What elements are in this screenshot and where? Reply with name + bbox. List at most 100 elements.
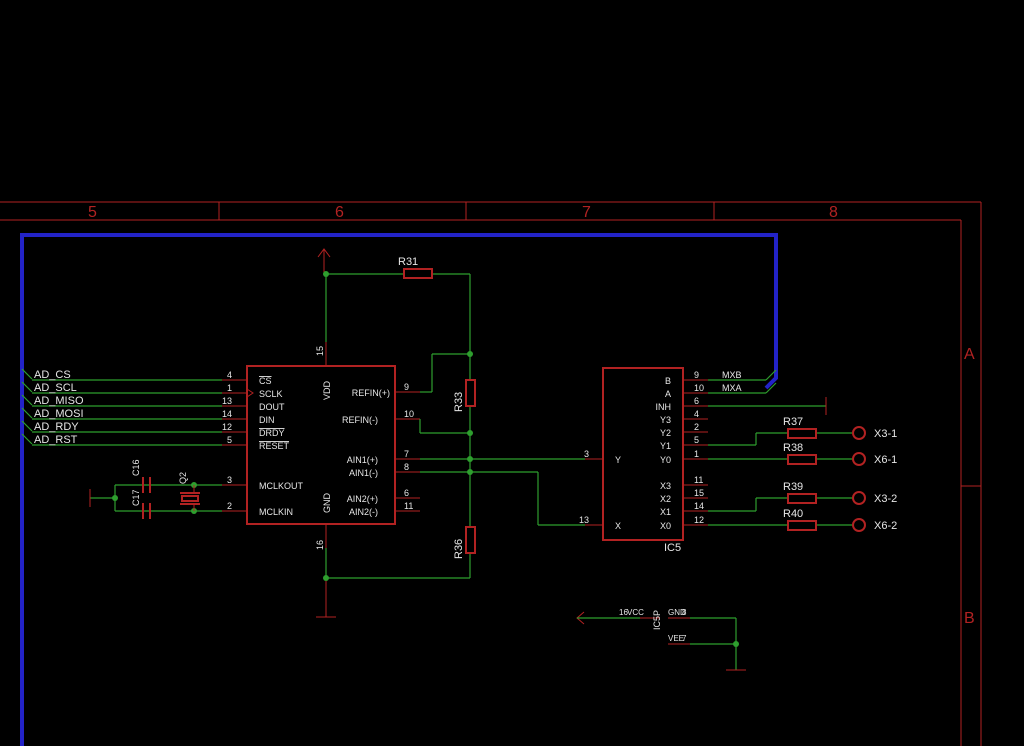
- resistor-r36[interactable]: R36: [453, 526, 476, 559]
- adc-pin-name-refin-p: REFIN(+): [352, 388, 390, 398]
- mux-pin-number: 2: [694, 422, 699, 432]
- connector-label: X6-2: [874, 520, 897, 532]
- drawing-frame: 5 6 7 8 A B: [0, 201, 982, 746]
- adc-pin-name-din: DIN: [259, 415, 275, 425]
- mux-pin-name: Y2: [660, 428, 671, 438]
- adc-pin-name-drdy: DRDY: [259, 428, 285, 438]
- connector-label: X6-1: [874, 454, 897, 466]
- connector-x6-1[interactable]: X6-1: [852, 452, 897, 466]
- mux-pin-number: 11: [694, 475, 703, 485]
- net-label-ad-cs: AD_CS: [34, 369, 71, 381]
- capacitor-label: C17: [131, 489, 141, 506]
- mux-pin-name: X2: [660, 494, 671, 504]
- adc-pin-name-cs: CS: [259, 376, 272, 386]
- resistor-label: R36: [453, 539, 465, 559]
- frame-column-label: 8: [829, 204, 838, 221]
- mux-pin-name: A: [665, 389, 671, 399]
- net-label-mxa: MXA: [722, 383, 742, 393]
- power-part-vcc: VCC: [627, 608, 644, 617]
- connector-label: X3-1: [874, 428, 897, 440]
- adc-pin-name-dout: DOUT: [259, 402, 285, 412]
- power-part-pin: 8: [682, 608, 687, 617]
- connector-x3-1[interactable]: X3-1: [852, 426, 897, 440]
- mux-pin-number: 4: [694, 409, 699, 419]
- adc-pin-name-mclkout: MCLKOUT: [259, 481, 304, 491]
- mux-pin-name-y: Y: [615, 455, 621, 465]
- connector-x3-2[interactable]: X3-2: [852, 491, 897, 505]
- adc-pin-number: 5: [227, 435, 232, 445]
- adc-pin-number: 12: [222, 422, 232, 432]
- mux-pin-name: Y3: [660, 415, 671, 425]
- adc-pin-number: 14: [222, 409, 232, 419]
- crystal-q2[interactable]: Q2: [178, 472, 200, 511]
- resistor-label: R40: [783, 508, 803, 520]
- capacitor-c17[interactable]: C17: [131, 477, 151, 506]
- resistor-label: R33: [453, 392, 465, 412]
- connector-label: X3-2: [874, 493, 897, 505]
- mux-pin-number: 15: [694, 488, 704, 498]
- mux-pin-name: B: [665, 376, 671, 386]
- mux-ic5[interactable]: 3 13 Y X 9 10 6 4 2 5 1 11 15 14 12 B A …: [579, 367, 708, 554]
- mux-pin-number: 9: [694, 370, 699, 380]
- frame-column-label: 7: [582, 204, 591, 221]
- adc-pin-number: 2: [227, 501, 232, 511]
- adc-pin-name-mclkin: MCLKIN: [259, 507, 293, 517]
- mux-pin-number: 1: [694, 449, 699, 459]
- resistor-label: R39: [783, 481, 803, 493]
- resistor-r31[interactable]: R31: [398, 256, 433, 279]
- schematic-canvas: 5 6 7 8 A B AD_CS AD_SCL AD_MISO AD_MOSI…: [0, 201, 982, 746]
- adc-pin-name-refin-n: REFIN(-): [342, 415, 378, 425]
- connector-x6-2[interactable]: X6-2: [852, 518, 897, 532]
- mux-pin-name: INH: [656, 402, 672, 412]
- mux-nets: MXB MXA: [708, 369, 852, 526]
- mux-pin-name: Y1: [660, 441, 671, 451]
- resistor-r38[interactable]: R38: [783, 442, 817, 465]
- resistor-label: R38: [783, 442, 803, 454]
- adc-pin-number: 11: [404, 501, 413, 511]
- adc-vdd-pin: 15: [315, 346, 325, 356]
- mux-pin-name: X0: [660, 521, 671, 531]
- reference-nets: [316, 271, 585, 618]
- frame-column-label: 5: [88, 204, 97, 221]
- mux-pin-number: 6: [694, 396, 699, 406]
- mux-pin-number: 10: [694, 383, 704, 393]
- resistor-r33[interactable]: R33: [453, 379, 476, 412]
- mux-pin-number: 13: [579, 515, 589, 525]
- mux-pin-name-x: X: [615, 521, 621, 531]
- mux-name: IC5: [664, 542, 681, 554]
- frame-column-label: 6: [335, 204, 344, 221]
- frame-row-label: A: [964, 346, 975, 363]
- mux-pin-number: 3: [584, 449, 589, 459]
- capacitor-c16[interactable]: C16: [131, 459, 151, 519]
- adc-pin-number: 8: [404, 462, 409, 472]
- net-label-ad-miso: AD_MISO: [34, 395, 84, 407]
- adc-pin-name-sclk: SCLK: [259, 389, 283, 399]
- mux-pin-name: X1: [660, 507, 671, 517]
- resistor-r39[interactable]: R39: [783, 481, 817, 504]
- mux-pin-name: Y0: [660, 455, 671, 465]
- adc-chip[interactable]: 4 1 13 14 12 5 3 2 CS SCLK DOUT DIN DRDY…: [222, 342, 420, 550]
- mux-pin-number: 14: [694, 501, 704, 511]
- adc-vdd-label: VDD: [322, 380, 332, 400]
- adc-pin-number: 3: [227, 475, 232, 485]
- adc-pin-name-ain2-p: AIN2(+): [347, 494, 378, 504]
- power-part-pin: 7: [682, 634, 687, 643]
- adc-pin-name-ain1-p: AIN1(+): [347, 455, 378, 465]
- adc-gnd-pin: 16: [315, 540, 325, 550]
- adc-pin-number: 6: [404, 488, 409, 498]
- crystal-label: Q2: [178, 472, 188, 484]
- adc-pin-number: 13: [222, 396, 232, 406]
- mux-pin-name: X3: [660, 481, 671, 491]
- power-part-ic5p[interactable]: 16 VCC IC5P GND 8 VEE 7: [576, 608, 746, 671]
- net-label-mxb: MXB: [722, 370, 742, 380]
- net-label-ad-rst: AD_RST: [34, 434, 78, 446]
- resistor-label: R31: [398, 256, 418, 268]
- adc-pin-number: 1: [227, 383, 232, 393]
- adc-pin-number: 4: [227, 370, 232, 380]
- adc-pin-name-ain1-n: AIN1(-): [349, 468, 378, 478]
- resistor-r37[interactable]: R37: [783, 416, 817, 439]
- resistor-r40[interactable]: R40: [783, 508, 817, 531]
- bus-signal-nets: AD_CS AD_SCL AD_MISO AD_MOSI AD_RDY AD_R…: [32, 369, 222, 446]
- adc-pin-number: 10: [404, 409, 414, 419]
- mux-pin-number: 5: [694, 435, 699, 445]
